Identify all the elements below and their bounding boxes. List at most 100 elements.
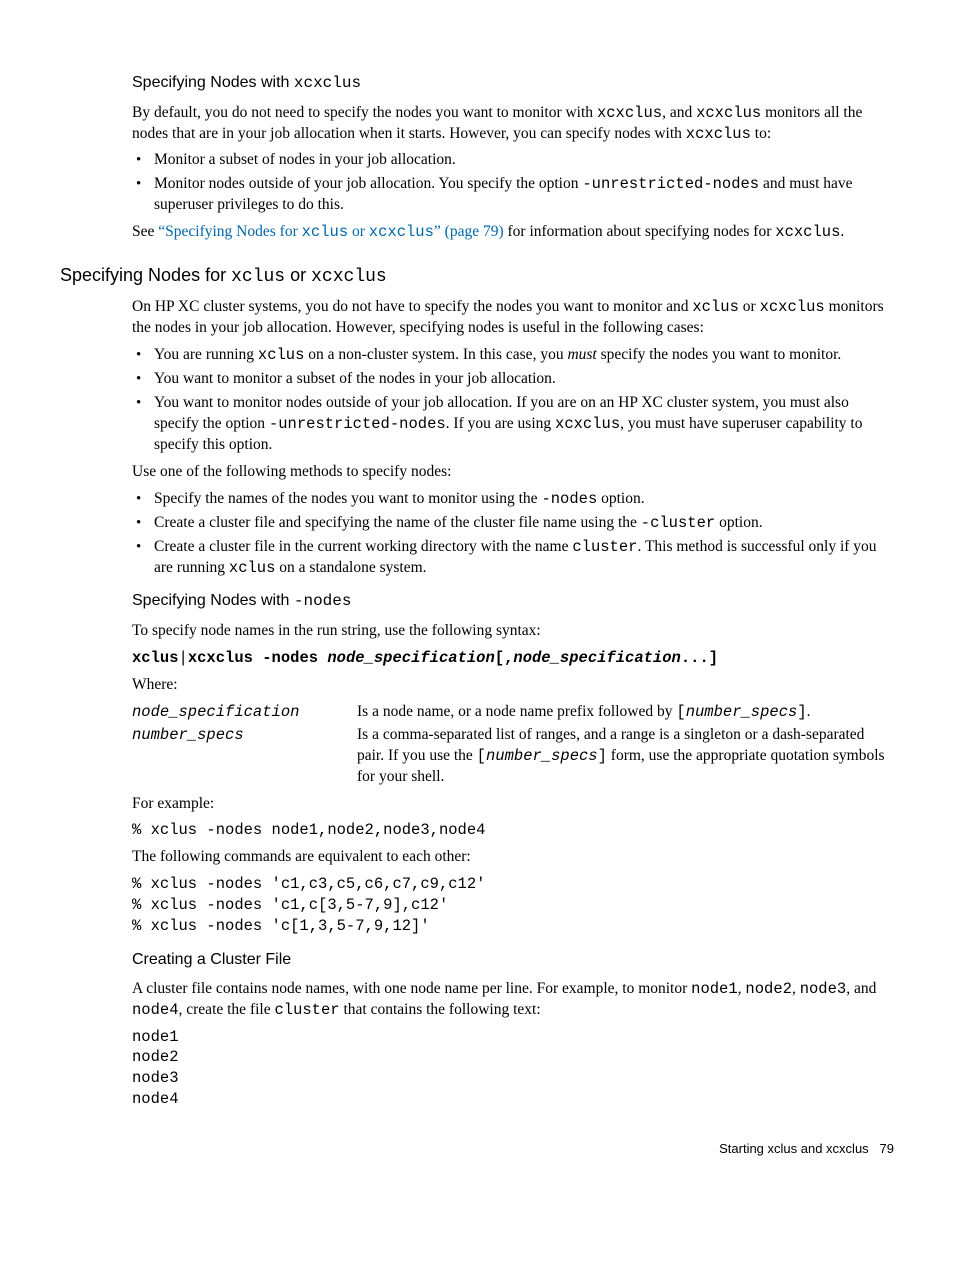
paragraph: See “Specifying Nodes for xclus or xcxcl… [132,222,894,243]
code: ] [598,747,607,765]
code: | [179,649,188,667]
code: [, [495,649,514,667]
code: xcxclus [775,223,840,241]
list-item: Create a cluster file and specifying the… [132,513,894,534]
bullet-list: Specify the names of the nodes you want … [132,489,894,579]
text: Is a node name, or a node name prefix fo… [357,703,676,720]
code: xcxclus [555,415,620,433]
code: node4 [132,1001,179,1019]
text: Monitor nodes outside of your job alloca… [154,175,582,192]
term: node_specification [132,703,299,721]
code: node1 [691,980,738,998]
text: See [132,223,158,240]
heading-code: xclus [231,267,285,287]
heading-text: Specifying Nodes for [60,265,231,285]
heading-text: Specifying Nodes with [132,74,294,91]
definition: Is a node name, or a node name prefix fo… [357,702,894,723]
heading-code: -nodes [294,592,352,610]
page-footer: Starting xclus and xcxclus 79 [60,1140,894,1158]
code: xclus [692,298,739,316]
list-item: Specify the names of the nodes you want … [132,489,894,510]
section-heading: Specifying Nodes for xclus or xcxclus [60,263,894,289]
subsection-heading: Specifying Nodes with -nodes [132,590,894,613]
bullet-list: Monitor a subset of nodes in your job al… [132,150,894,216]
code: xcxclus [369,223,434,241]
text: . [840,223,844,240]
text: By default, you do not need to specify t… [132,104,597,121]
text: Specify the names of the nodes you want … [154,490,541,507]
text: Monitor a subset of nodes in your job al… [154,151,456,168]
code-block: node1 node2 node3 node4 [132,1027,894,1111]
text: to: [751,125,771,142]
text: specify the nodes you want to monitor. [597,346,842,363]
list-item: You want to monitor nodes outside of you… [132,393,894,456]
text: To specify node names in the run string,… [132,622,541,639]
code: ...] [681,649,718,667]
subsection-heading: Specifying Nodes with xcxclus [132,72,894,95]
code: node_specification [513,649,680,667]
text: Create a cluster file in the current wor… [154,538,572,555]
list-item: You are running xclus on a non-cluster s… [132,345,894,366]
code: xcxclus -nodes [188,649,328,667]
paragraph: For example: [132,794,894,815]
text: The following commands are equivalent to… [132,848,471,865]
definition-row: number_specs Is a comma-separated list o… [132,725,894,788]
code: cluster [572,538,637,556]
text: option. [597,490,644,507]
code: number_specs [686,703,798,721]
definition: Is a comma-separated list of ranges, and… [357,725,894,788]
syntax-line: xclus|xcxclus -nodes node_specification[… [132,648,894,669]
text: ” (page 79) [434,223,504,240]
code: -unrestricted-nodes [269,415,446,433]
cross-reference-link[interactable]: “Specifying Nodes for xclus or xcxclus” … [158,223,503,240]
list-item: Create a cluster file in the current wor… [132,537,894,579]
text: A cluster file contains node names, with… [132,980,691,997]
heading-code: xcxclus [294,74,361,92]
text: , create the file [179,1001,275,1018]
subsection-heading: Creating a Cluster File [132,949,894,971]
code: -unrestricted-nodes [582,175,759,193]
code: node_specification [327,649,494,667]
text: You are running [154,346,258,363]
text: option. [715,514,762,531]
text: for information about specifying nodes f… [504,223,776,240]
bullet-list: You are running xclus on a non-cluster s… [132,345,894,456]
list-item: Monitor nodes outside of your job alloca… [132,174,894,216]
footer-text: Starting xclus and xcxclus [719,1141,869,1156]
code: cluster [274,1001,339,1019]
text: . If you are using [446,415,555,432]
code: [ [477,747,486,765]
text: or [348,223,369,240]
code: node3 [800,980,847,998]
heading-text: Specifying Nodes with [132,592,294,609]
code: xclus [258,346,305,364]
code: xclus [229,559,276,577]
text: , and [662,104,696,121]
code: number_specs [486,747,598,765]
code: [ [676,703,685,721]
text: on a standalone system. [275,559,426,576]
paragraph: The following commands are equivalent to… [132,847,894,868]
code: xclus [302,223,349,241]
code: xcxclus [696,104,761,122]
code: xclus [132,649,179,667]
text: For example: [132,795,214,812]
emphasis: must [567,346,596,363]
list-item: Monitor a subset of nodes in your job al… [132,150,894,171]
heading-text: or [285,265,311,285]
text: , [792,980,800,997]
code: xcxclus [686,125,751,143]
list-item: You want to monitor a subset of the node… [132,369,894,390]
paragraph: On HP XC cluster systems, you do not hav… [132,297,894,339]
code: xcxclus [760,298,825,316]
text: . [807,703,811,720]
paragraph: By default, you do not need to specify t… [132,103,894,145]
text: on a non-cluster system. In this case, y… [304,346,567,363]
code-block: % xclus -nodes 'c1,c3,c5,c6,c7,c9,c12' %… [132,874,894,937]
text: or [739,298,760,315]
code: node2 [745,980,792,998]
text: Where: [132,676,178,693]
code: xcxclus [597,104,662,122]
text: Create a cluster file and specifying the… [154,514,641,531]
code: ] [797,703,806,721]
